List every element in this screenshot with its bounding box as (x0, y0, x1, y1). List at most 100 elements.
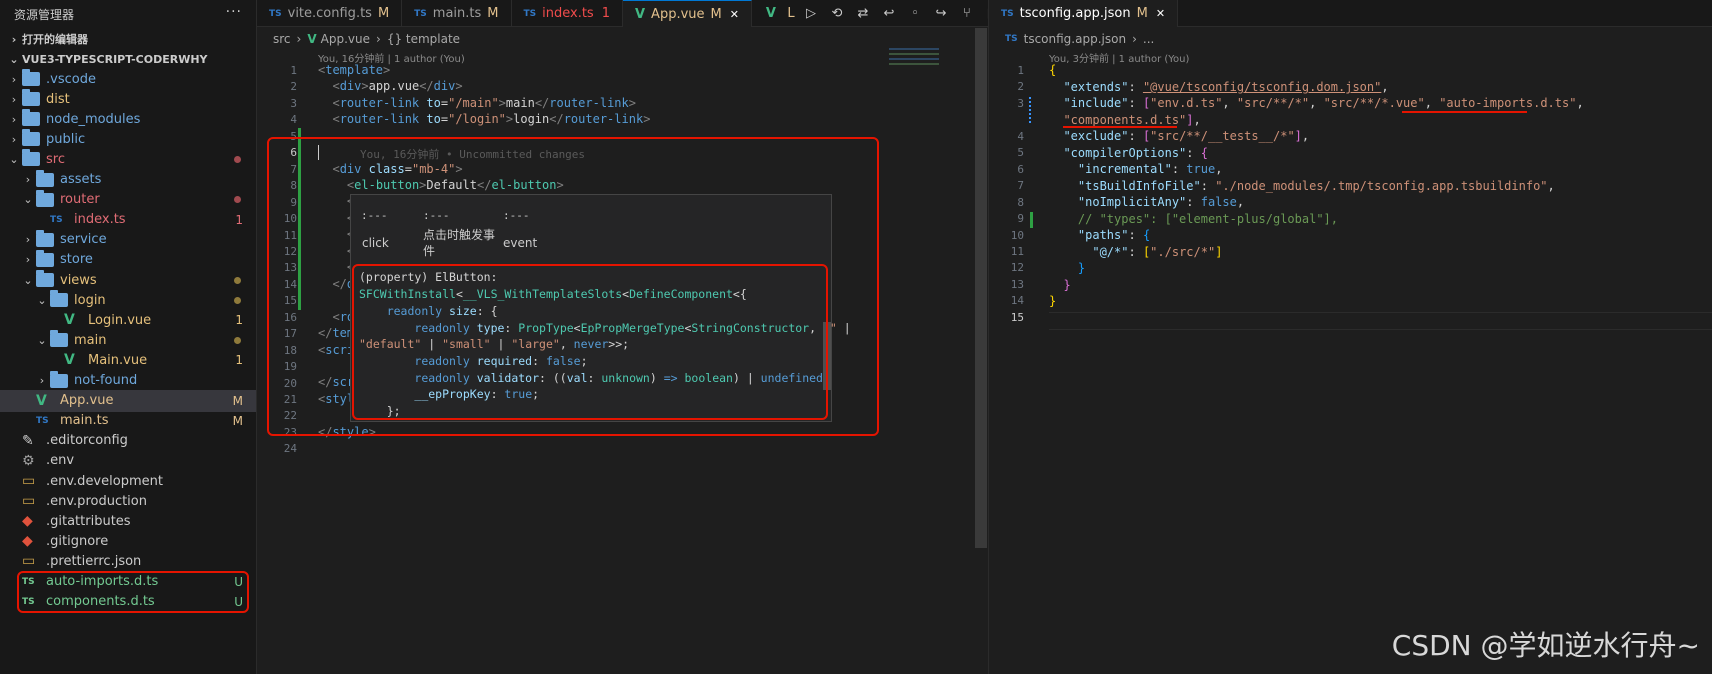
code-line: "paths": { (1077, 228, 1151, 242)
chevron-right-icon: › (25, 253, 31, 267)
file-tree-label: node_modules (46, 111, 141, 127)
file-tree-label: src (46, 151, 65, 167)
git-icon[interactable]: ⑂ (954, 6, 980, 21)
file-tree-item[interactable]: ⌄ login (0, 289, 256, 311)
close-icon[interactable]: ✕ (1156, 7, 1165, 20)
status-dot (234, 155, 241, 163)
file-tree-label: public (46, 131, 86, 147)
table-separator: :--- (423, 209, 450, 222)
breadcrumb-item[interactable]: src (273, 32, 291, 46)
file-tree-item[interactable]: V Main.vue 1 (0, 349, 256, 371)
file-tree-item[interactable]: ⚙ .env (0, 450, 256, 472)
line-number: 14 (1010, 294, 1024, 308)
chevron-right-icon: › (11, 132, 17, 146)
code-line: "components.d.ts"], (1063, 113, 1201, 127)
file-tree-item[interactable]: › node_modules (0, 108, 256, 130)
folder-icon (36, 229, 54, 247)
file-tree-item[interactable]: ✎ .editorconfig (0, 430, 256, 452)
folder-icon (50, 330, 68, 348)
file-tree-item[interactable]: V App.vue M (0, 389, 256, 412)
file-tree-item[interactable]: ▭ .env.production (0, 490, 256, 512)
vue-icon[interactable]: V (758, 6, 784, 21)
file-tree-label: store (60, 252, 93, 268)
gear-icon: ⚙ (22, 452, 35, 469)
explorer-sidebar: 资源管理器 ··· › 打开的编辑器 ⌄ VUE3-TYPESCRIPT-COD… (0, 0, 257, 674)
open-editors-section[interactable]: › 打开的编辑器 (6, 28, 88, 50)
line-number: 10 (1010, 228, 1024, 242)
compare-icon[interactable]: ⇄ (850, 6, 876, 21)
vue-icon: V (64, 352, 75, 369)
file-tree-item[interactable]: › public (0, 128, 256, 150)
file-tree-item[interactable]: V Login.vue 1 (0, 309, 256, 331)
file-tree-item[interactable]: ◆ .gitattributes (0, 510, 256, 532)
typescript-icon: TS (414, 8, 427, 19)
line-number: 1 (290, 64, 297, 77)
file-tree-label: .prettierrc.json (46, 553, 142, 569)
file-tree-item[interactable]: › not-found (0, 370, 256, 392)
folder-icon (36, 169, 54, 187)
tab-status: 1 (601, 6, 610, 21)
folder-icon (50, 370, 68, 388)
close-icon[interactable]: ✕ (730, 8, 739, 21)
tab-label: tsconfig.app.json (1019, 6, 1131, 21)
code-line: "noImplicitAny": false, (1077, 195, 1245, 209)
go-back-icon[interactable]: ↩ (876, 6, 902, 21)
tab-status: M (487, 6, 499, 21)
file-tree-item[interactable]: ▭ .prettierrc.json (0, 550, 256, 572)
file-tree-item[interactable]: ⌄ views (0, 269, 256, 291)
highlight-new-files-box (17, 571, 249, 613)
file-tree-item[interactable]: › store (0, 249, 256, 271)
tab-app-vue[interactable]: V App.vue M ✕ (622, 0, 752, 27)
breadcrumb-item[interactable]: tsconfig.app.json (1024, 32, 1126, 46)
tab-index-ts[interactable]: TS index.ts 1 (512, 0, 623, 27)
file-tree-item[interactable]: › dist (0, 88, 256, 110)
file-tree-item[interactable]: TS main.ts M (0, 410, 256, 432)
git-icon: ◆ (22, 533, 33, 550)
file-tree-label: login (74, 292, 106, 308)
history-icon[interactable]: ⟲ (824, 6, 850, 21)
git-change-marker (1030, 212, 1033, 228)
file-tree-item[interactable]: › assets (0, 169, 256, 191)
file-tree-label: Main.vue (88, 352, 148, 368)
file-tree-item[interactable]: ⌄ router (0, 189, 256, 211)
run-icon[interactable]: ▷ (798, 6, 824, 21)
go-forward-icon[interactable]: ↪ (928, 6, 954, 21)
folder-icon (22, 109, 40, 127)
file-status-badge: 1 (235, 353, 243, 368)
vue-icon: V (64, 312, 75, 329)
folder-icon (36, 249, 54, 267)
code-line: } (1049, 294, 1057, 308)
more-actions-icon[interactable]: ··· (226, 4, 242, 20)
file-tree-item[interactable]: ▭ .env.development (0, 470, 256, 492)
file-tree-label: .editorconfig (46, 433, 128, 449)
folder-icon (22, 149, 40, 167)
line-number: 2 (1017, 80, 1024, 94)
file-tree-label: .vscode (46, 71, 96, 87)
breadcrumb: src › V App.vue › {} template (257, 28, 988, 50)
file-tree-item[interactable]: › .vscode (0, 68, 256, 90)
underline-annotation (1063, 126, 1177, 128)
file-tree-item[interactable]: ◆ .gitignore (0, 530, 256, 552)
code-line: { (1049, 63, 1057, 77)
file-tree-item[interactable]: › service (0, 229, 256, 251)
tab-label: main.ts (432, 6, 482, 21)
breadcrumb-item[interactable]: ... (1143, 32, 1154, 46)
current-line-highlight (1049, 312, 1712, 330)
highlight-hover-box (352, 264, 828, 420)
file-tree-item[interactable]: ⌄ main (0, 329, 256, 351)
line-number: 2 (290, 80, 297, 94)
commit-icon[interactable]: ◦ (902, 6, 928, 21)
typescript-icon: TS (269, 8, 282, 19)
file-tree-item[interactable]: ⌄ src (0, 148, 256, 170)
tab-main-ts[interactable]: TS main.ts M (402, 0, 512, 27)
tab-vite-config[interactable]: TS vite.config.ts M (257, 0, 403, 27)
code-line: <router-link to="/main">main</router-lin… (332, 96, 636, 110)
breadcrumb-item[interactable]: {} template (387, 32, 460, 46)
project-section[interactable]: ⌄ VUE3-TYPESCRIPT-CODERWHY (6, 48, 207, 70)
blame-annotation[interactable]: You, 3分钟前 | 1 author (You) (1049, 50, 1189, 65)
minimap[interactable] (889, 48, 939, 74)
watermark: CSDN @学如逆水行舟~ (1391, 629, 1700, 662)
tab-tsconfig-app[interactable]: TS tsconfig.app.json M ✕ (989, 0, 1179, 27)
breadcrumb-item[interactable]: App.vue (321, 32, 370, 46)
file-tree-item[interactable]: TS index.ts 1 (0, 209, 256, 231)
